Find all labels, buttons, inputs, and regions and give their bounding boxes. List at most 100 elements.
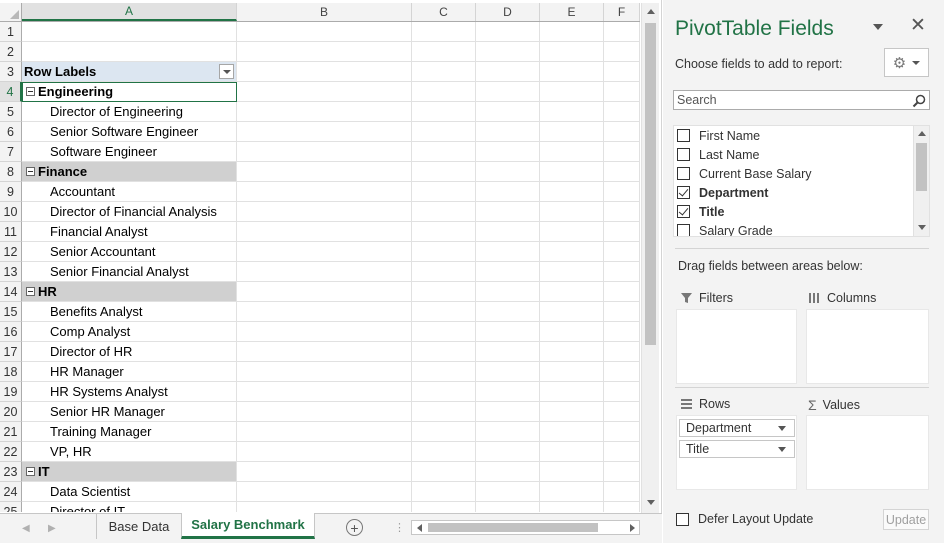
empty-cell[interactable] — [604, 82, 640, 102]
empty-cell[interactable] — [237, 282, 412, 302]
field-checkbox[interactable] — [677, 205, 690, 218]
pivot-department-cell[interactable]: IT — [22, 462, 237, 482]
pivot-title-cell[interactable]: Director of Financial Analysis — [22, 202, 237, 222]
empty-cell[interactable] — [476, 82, 540, 102]
empty-cell[interactable] — [237, 82, 412, 102]
empty-cell[interactable] — [237, 362, 412, 382]
empty-cell[interactable] — [412, 242, 476, 262]
empty-cell[interactable] — [237, 202, 412, 222]
row-header[interactable]: 24 — [0, 482, 22, 502]
empty-cell[interactable] — [476, 102, 540, 122]
pivot-title-cell[interactable]: Financial Analyst — [22, 222, 237, 242]
empty-cell[interactable] — [412, 342, 476, 362]
empty-cell[interactable] — [237, 122, 412, 142]
row-header[interactable]: 2 — [0, 42, 22, 62]
empty-cell[interactable] — [540, 122, 604, 142]
pivot-title-cell[interactable]: Director of Engineering — [22, 102, 237, 122]
collapse-minus-icon[interactable] — [26, 467, 35, 476]
empty-cell[interactable] — [540, 442, 604, 462]
row-header[interactable]: 12 — [0, 242, 22, 262]
column-header-a[interactable]: A — [22, 3, 237, 21]
row-header[interactable]: 15 — [0, 302, 22, 322]
empty-cell[interactable] — [476, 442, 540, 462]
empty-cell[interactable] — [540, 102, 604, 122]
empty-cell[interactable] — [412, 322, 476, 342]
tab-scroll-right-icon[interactable]: ▶ — [48, 523, 56, 534]
empty-cell[interactable] — [412, 42, 476, 62]
empty-cell[interactable] — [604, 262, 640, 282]
field-search-input[interactable] — [674, 91, 904, 109]
empty-cell[interactable] — [604, 242, 640, 262]
empty-cell[interactable] — [237, 242, 412, 262]
empty-cell[interactable] — [237, 62, 412, 82]
empty-cell[interactable] — [540, 182, 604, 202]
empty-cell[interactable] — [476, 422, 540, 442]
empty-cell[interactable] — [476, 382, 540, 402]
pivot-title-cell[interactable]: Director of IT — [22, 502, 237, 512]
empty-cell[interactable] — [540, 162, 604, 182]
split-handle-icon[interactable]: ⋮ — [394, 521, 405, 534]
row-header[interactable]: 20 — [0, 402, 22, 422]
row-header[interactable]: 23 — [0, 462, 22, 482]
chevron-down-icon[interactable] — [778, 426, 786, 431]
pane-options-chevron-icon[interactable] — [871, 21, 885, 31]
empty-cell[interactable] — [540, 402, 604, 422]
empty-cell[interactable] — [540, 142, 604, 162]
list-scroll-up-icon[interactable] — [914, 126, 929, 140]
row-header[interactable]: 4 — [0, 82, 22, 102]
search-icon[interactable] — [912, 94, 926, 108]
empty-cell[interactable] — [476, 242, 540, 262]
empty-cell[interactable] — [604, 182, 640, 202]
empty-cell[interactable] — [604, 422, 640, 442]
empty-cell[interactable] — [237, 102, 412, 122]
horizontal-scroll-thumb[interactable] — [428, 523, 598, 532]
chevron-down-icon[interactable] — [778, 447, 786, 452]
empty-cell[interactable] — [604, 102, 640, 122]
empty-cell[interactable] — [604, 162, 640, 182]
empty-cell[interactable] — [476, 322, 540, 342]
pivot-title-cell[interactable]: Senior HR Manager — [22, 402, 237, 422]
empty-cell[interactable] — [604, 382, 640, 402]
scroll-down-arrow-icon[interactable] — [642, 494, 659, 511]
empty-cell[interactable] — [412, 362, 476, 382]
empty-cell[interactable] — [412, 482, 476, 502]
pivot-title-cell[interactable]: Data Scientist — [22, 482, 237, 502]
column-header-d[interactable]: D — [476, 3, 540, 21]
empty-cell[interactable] — [412, 202, 476, 222]
row-header[interactable]: 18 — [0, 362, 22, 382]
row-header[interactable]: 19 — [0, 382, 22, 402]
empty-cell[interactable] — [476, 22, 540, 42]
empty-cell[interactable] — [540, 482, 604, 502]
row-header[interactable]: 16 — [0, 322, 22, 342]
empty-cell[interactable] — [476, 482, 540, 502]
empty-cell[interactable] — [540, 382, 604, 402]
empty-cell[interactable] — [540, 42, 604, 62]
empty-cell[interactable] — [237, 22, 412, 42]
pivot-title-cell[interactable]: Software Engineer — [22, 142, 237, 162]
pivot-title-cell[interactable]: Senior Financial Analyst — [22, 262, 237, 282]
empty-cell[interactable] — [540, 262, 604, 282]
empty-cell[interactable] — [412, 162, 476, 182]
pivot-department-cell[interactable]: Engineering — [22, 82, 237, 102]
pivot-title-cell[interactable]: Senior Accountant — [22, 242, 237, 262]
pivot-department-cell[interactable]: HR — [22, 282, 237, 302]
empty-cell[interactable] — [237, 222, 412, 242]
empty-cell[interactable] — [22, 42, 237, 62]
row-header[interactable]: 5 — [0, 102, 22, 122]
empty-cell[interactable] — [476, 142, 540, 162]
empty-cell[interactable] — [476, 462, 540, 482]
column-header-e[interactable]: E — [540, 3, 604, 21]
empty-cell[interactable] — [237, 182, 412, 202]
scroll-right-arrow-icon[interactable] — [625, 521, 639, 534]
empty-cell[interactable] — [412, 122, 476, 142]
scroll-up-arrow-icon[interactable] — [642, 3, 659, 20]
empty-cell[interactable] — [412, 182, 476, 202]
empty-cell[interactable] — [604, 302, 640, 322]
empty-cell[interactable] — [476, 402, 540, 422]
empty-cell[interactable] — [237, 442, 412, 462]
empty-cell[interactable] — [604, 62, 640, 82]
empty-cell[interactable] — [604, 202, 640, 222]
empty-cell[interactable] — [476, 202, 540, 222]
field-list-settings-button[interactable]: ⚙ — [884, 48, 929, 77]
row-header[interactable]: 21 — [0, 422, 22, 442]
